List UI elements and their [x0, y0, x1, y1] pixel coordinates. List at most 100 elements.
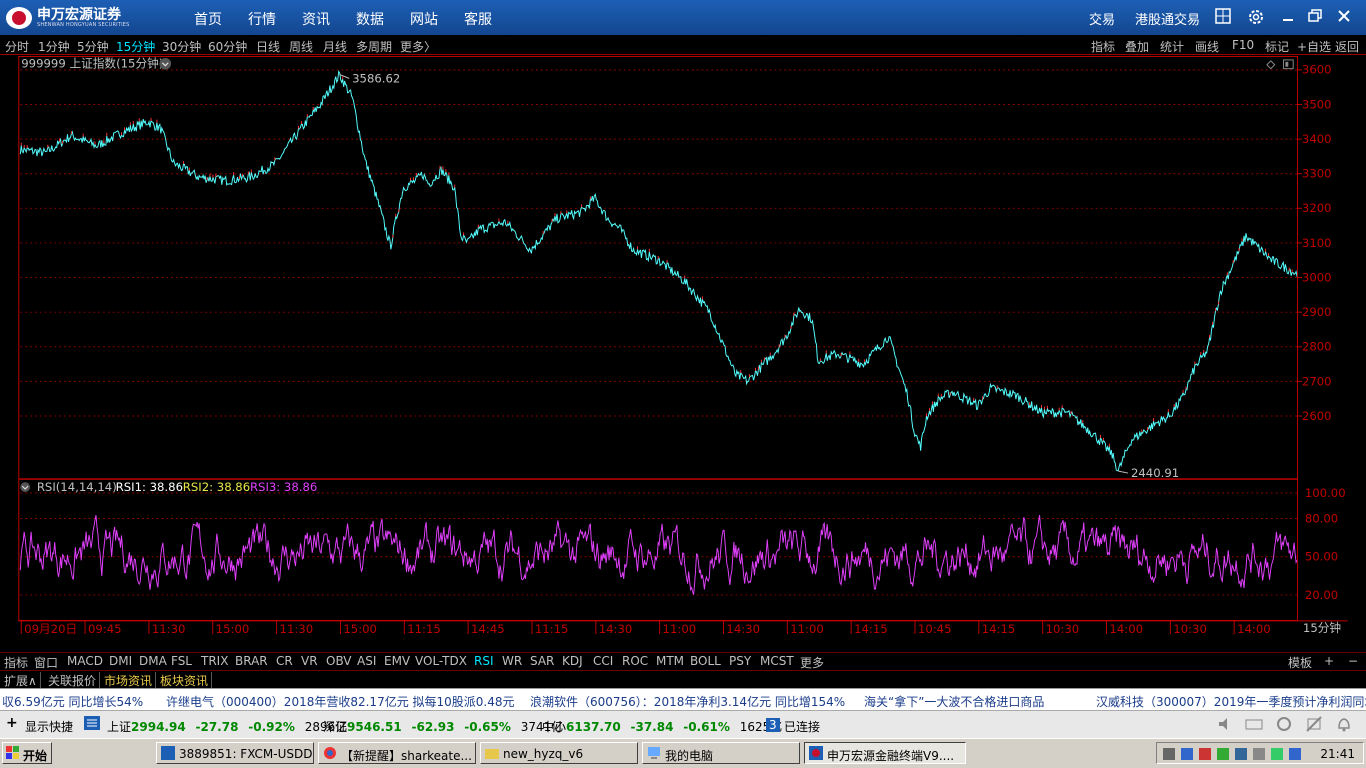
diamond-icon[interactable]	[1266, 60, 1276, 70]
tab-template[interactable]: 模板	[1288, 654, 1312, 671]
rsi-menu-icon[interactable]	[20, 482, 31, 492]
headset-icon[interactable]	[1275, 715, 1293, 736]
tool-mark[interactable]: 标记	[1265, 38, 1289, 55]
tab-dma[interactable]: DMA	[139, 654, 167, 668]
speaker-icon[interactable]	[1216, 715, 1234, 736]
plus-icon[interactable]: +	[6, 715, 18, 731]
tab-psy[interactable]: PSY	[729, 654, 751, 668]
menu-website[interactable]: 网站	[410, 9, 438, 29]
task-fxcm[interactable]: 3889851: FXCM-USDDe...	[156, 742, 314, 764]
period-5min[interactable]: 5分钟	[77, 38, 109, 55]
tab-indicator[interactable]: 指标	[4, 654, 28, 671]
period-weekly[interactable]: 周线	[289, 38, 313, 55]
menu-trade[interactable]: 交易	[1089, 9, 1115, 28]
period-1min[interactable]: 1分钟	[38, 38, 70, 55]
task-folder[interactable]: new_hyzq_v6	[480, 742, 638, 764]
bell-icon[interactable]	[1335, 715, 1353, 736]
ext-market-news[interactable]: 市场资讯	[101, 672, 157, 689]
period-timeshare[interactable]: 分时	[5, 38, 29, 55]
tool-f10[interactable]: F10	[1232, 38, 1254, 52]
sz-index[interactable]: 深证9546.51 -62.93 -0.65% 3741亿	[323, 718, 563, 735]
tab-window[interactable]: 窗口	[34, 654, 58, 671]
ext-sector-news[interactable]: 板块资讯	[157, 672, 213, 689]
chart-axes: 3600 3500 3400 3300 3200 3100 3000 2900 2800 2700…	[18, 56, 1348, 622]
tab-mtm[interactable]: MTM	[656, 654, 684, 668]
period-multi[interactable]: 多周期	[356, 38, 392, 55]
tool-indicator[interactable]: 指标	[1091, 38, 1115, 55]
tab-mcst[interactable]: MCST	[760, 654, 794, 668]
wireless-icon[interactable]	[1305, 715, 1323, 736]
tab-roc[interactable]: ROC	[622, 654, 648, 668]
connection-status[interactable]: 已连接	[784, 718, 820, 735]
tray-icons[interactable]	[1161, 744, 1301, 764]
tab-emv[interactable]: EMV	[384, 654, 410, 668]
tool-back[interactable]: 返回	[1335, 38, 1359, 55]
keyboard-icon[interactable]	[1245, 715, 1263, 736]
period-60min[interactable]: 60分钟	[208, 38, 247, 55]
tab-dmi[interactable]: DMI	[109, 654, 132, 668]
tab-rsi[interactable]: RSI	[474, 654, 494, 668]
ticker-item[interactable]: 浪潮软件（600756）：2018年净利3.14亿元 同比增154%	[530, 693, 845, 710]
close-icon[interactable]	[1335, 8, 1353, 26]
minimize-icon[interactable]	[1279, 8, 1297, 26]
time-tick-label: 14:30	[599, 622, 633, 636]
tab-cr[interactable]: CR	[276, 654, 293, 668]
task-browser[interactable]: 【新提醒】sharkeate...	[318, 742, 476, 764]
grid-icon[interactable]	[1214, 8, 1232, 26]
sh-index[interactable]: 上证2994.94 -27.78 -0.92% 2896亿	[107, 718, 347, 735]
tab-boll[interactable]: BOLL	[690, 654, 721, 668]
tab-more[interactable]: 更多	[800, 654, 824, 671]
ticker-item[interactable]: 海关“拿下”一大波不合格进口商品	[864, 693, 1044, 710]
period-daily[interactable]: 日线	[256, 38, 280, 55]
period-15min[interactable]: 15分钟	[116, 38, 155, 55]
panel-icon[interactable]	[1282, 59, 1294, 70]
tool-draw-line[interactable]: 画线	[1195, 38, 1219, 55]
windows-logo-icon	[6, 746, 19, 759]
period-more[interactable]: 更多〉	[400, 38, 436, 55]
task-my-computer[interactable]: 我的电脑	[642, 742, 800, 764]
tab-vol-tdx[interactable]: VOL-TDX	[415, 654, 467, 668]
tool-stats[interactable]: 统计	[1160, 38, 1184, 55]
show-quick-button[interactable]: 显示快捷	[25, 718, 73, 735]
tab-asi[interactable]: ASI	[357, 654, 376, 668]
menu-data[interactable]: 数据	[356, 9, 384, 29]
tab-wr[interactable]: WR	[502, 654, 522, 668]
menu-service[interactable]: 客服	[464, 9, 492, 29]
tab-brar[interactable]: BRAR	[235, 654, 268, 668]
tab-remove[interactable]: −	[1348, 654, 1358, 668]
task-swhy-terminal[interactable]: 申万宏源金融终端V9....	[804, 742, 966, 764]
tool-overlay[interactable]: 叠加	[1125, 38, 1149, 55]
kline-chart[interactable]: 3600 3500 3400 3300 3200 3100 3000 2900 2800 2700…	[0, 56, 1366, 636]
tool-add-watchlist[interactable]: +自选	[1297, 38, 1331, 55]
chart-menu-icon[interactable]	[159, 57, 172, 70]
period-30min[interactable]: 30分钟	[162, 38, 201, 55]
time-tick-label: 10:30	[1173, 622, 1207, 636]
ext-related-quotes[interactable]: 关联报价	[45, 672, 101, 689]
price-line	[19, 70, 1298, 472]
ticker-item[interactable]: 许继电气（000400）2018年营收82.17亿元 拟每10股派0.48元	[166, 693, 515, 710]
tab-vr[interactable]: VR	[301, 654, 318, 668]
tab-fsl[interactable]: FSL	[171, 654, 192, 668]
tab-obv[interactable]: OBV	[326, 654, 352, 668]
tab-add[interactable]: +	[1324, 654, 1334, 668]
tab-trix[interactable]: TRIX	[201, 654, 228, 668]
gear-icon[interactable]	[1247, 8, 1265, 26]
period-monthly[interactable]: 月线	[323, 38, 347, 55]
menu-quotes[interactable]: 行情	[248, 9, 276, 29]
tab-sar[interactable]: SAR	[530, 654, 554, 668]
price-tick-label: 3500	[1302, 97, 1332, 111]
tab-kdj[interactable]: KDJ	[562, 654, 583, 668]
tab-macd[interactable]: MACD	[67, 654, 103, 668]
menu-hk-connect-trade[interactable]: 港股通交易	[1135, 9, 1200, 28]
tab-cci[interactable]: CCI	[593, 654, 613, 668]
ext-expand[interactable]: 扩展∧	[1, 672, 41, 689]
list-icon[interactable]	[84, 716, 100, 733]
menu-home[interactable]: 首页	[194, 9, 222, 29]
start-button[interactable]: 开始	[2, 742, 52, 764]
task-label: new_hyzq_v6	[503, 747, 584, 761]
ticker-item[interactable]: 汉威科技（300007）2019年一季度预计净利润同增	[1096, 693, 1366, 710]
menu-news[interactable]: 资讯	[302, 9, 330, 29]
ticker-item[interactable]: 収6.59亿元 同比增长54%	[2, 693, 143, 710]
restore-icon[interactable]	[1306, 8, 1324, 26]
sme-index[interactable]: 中小6137.70 -37.84 -0.61% 1625亿	[542, 718, 782, 735]
